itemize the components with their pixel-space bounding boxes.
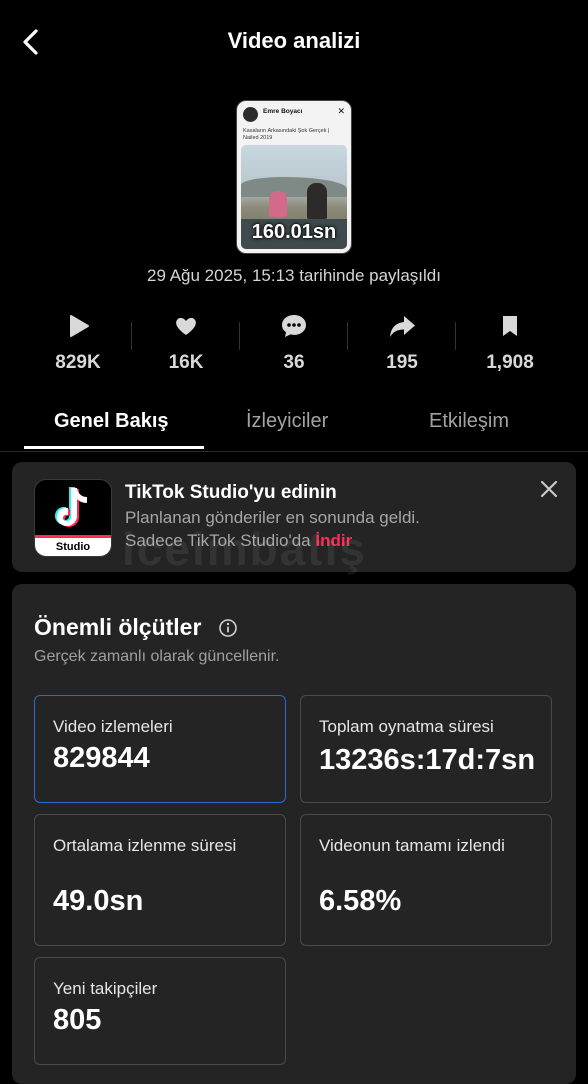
stat-value: 195 [386,352,418,373]
tiktok-logo-icon [55,487,87,527]
metric-value: 6.58% [319,885,402,917]
promo-title: TikTok Studio'yu edinin [125,482,337,503]
metrics-title: Önemli ölçütler [34,614,202,640]
stat-likes: 16K [132,310,240,382]
promo-text: Planlanan gönderiler en sonunda geldi. [125,508,420,527]
video-thumbnail[interactable]: Emre Boyacı ✕ Kasaların Arkasındaki Şok … [236,100,352,254]
metrics-subtitle: Gerçek zamanlı olarak güncellenir. [34,648,280,665]
metric-value: 13236s:17d:7sn [319,744,536,776]
tab-audience[interactable]: İzleyiciler [246,410,328,433]
promo-text-prefix: Sadece TikTok Studio'da [125,531,316,550]
studio-promo-banner: Studio TikTok Studio'yu edinin Planlanan… [12,462,576,572]
video-duration: 160.01sn [251,221,337,243]
close-icon [540,480,558,498]
thumbnail-close-icon: ✕ [337,106,345,116]
tab-bar: Genel Bakış İzleyiciler Etkileşim [0,400,588,452]
metric-card-views[interactable]: Video izlemeleri 829844 [34,695,286,803]
share-icon [390,316,415,337]
comment-icon [282,315,306,337]
tab-engagement[interactable]: Etkileşim [429,410,509,433]
active-tab-indicator [24,446,204,449]
metric-label: Toplam oynatma süresi [319,717,494,736]
tiktok-studio-logo: Studio [34,479,112,557]
thumbnail-caption: Kasaların Arkasındaki Şok Gerçek | Naile… [243,128,330,141]
thumbnail-username: Emre Boyacı [263,108,303,115]
page-title: Video analizi [227,28,361,53]
promo-text-2: Sadece TikTok Studio'da İndir [125,531,352,551]
metric-value: 829844 [53,742,150,774]
info-button[interactable] [218,618,238,638]
metric-card-total-watch-time[interactable]: Toplam oynatma süresi 13236s:17d:7sn [300,695,552,803]
metric-card-average-watch-time[interactable]: Ortalama izlenme süresi 49.0sn [34,814,286,946]
studio-label: Studio [35,535,111,556]
header: Video analizi [0,0,588,84]
stat-value: 16K [168,352,204,373]
bookmark-icon [503,316,517,336]
metric-card-new-followers[interactable]: Yeni takipçiler 805 [34,957,286,1065]
metric-label: Video izlemeleri [53,717,173,736]
play-icon [70,315,89,337]
stats-row: 829K 16K 36 195 1,908 [24,310,564,382]
metric-label: Ortalama izlenme süresi [53,836,237,855]
stat-shares: 195 [348,310,456,382]
heart-icon [176,317,196,335]
thumbnail-header: Emre Boyacı ✕ [243,106,345,126]
stat-value: 36 [283,352,305,373]
stat-value: 829K [55,352,101,373]
stat-views: 829K [24,310,132,382]
key-metrics-panel: Önemli ölçütler Gerçek zamanlı olarak gü… [12,584,576,1084]
stat-saves: 1,908 [456,310,564,382]
metric-value: 49.0sn [53,885,144,917]
metric-value: 805 [53,1004,102,1036]
stat-comments: 36 [240,310,348,382]
tab-overview[interactable]: Genel Bakış [54,410,169,433]
close-button[interactable] [538,478,560,500]
download-link[interactable]: İndir [315,531,352,550]
metric-label: Yeni takipçiler [53,979,158,998]
posted-date: 29 Ağu 2025, 15:13 tarihinde paylaşıldı [147,266,441,285]
metric-label: Videonun tamamı izlendi [319,836,505,855]
info-icon [219,619,237,637]
stat-value: 1,908 [486,352,534,373]
metric-card-full-video-watched[interactable]: Videonun tamamı izlendi 6.58% [300,814,552,946]
avatar [243,107,258,122]
